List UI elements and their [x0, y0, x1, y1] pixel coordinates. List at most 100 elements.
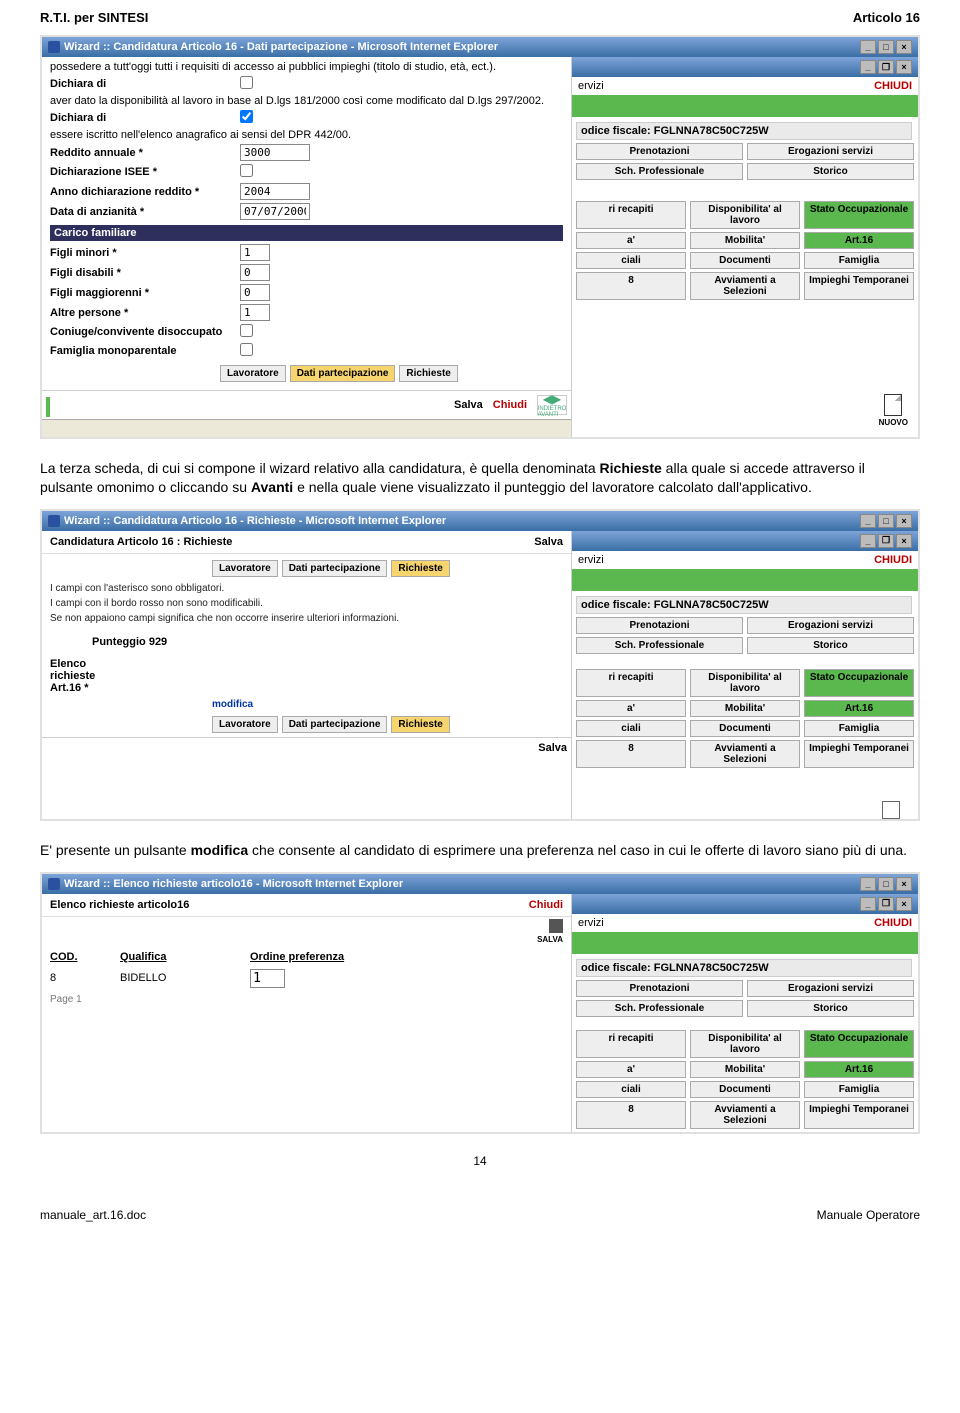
maximize-icon[interactable]: □	[878, 514, 894, 528]
close-icon[interactable]: ×	[896, 514, 912, 528]
chiudi-link[interactable]: CHIUDI	[874, 554, 912, 566]
tab-art16[interactable]: Art.16	[804, 1061, 914, 1078]
tab-richieste[interactable]: Richieste	[399, 365, 457, 382]
input-altre-persone[interactable]	[240, 304, 270, 321]
salva-button[interactable]: Salva	[454, 399, 483, 411]
tab-sch-professionale[interactable]: Sch. Professionale	[576, 163, 743, 180]
tab-mobilita[interactable]: Mobilita'	[690, 232, 800, 249]
input-figli-minori[interactable]	[240, 244, 270, 261]
tab-recapiti[interactable]: ri recapiti	[576, 201, 686, 229]
tab-avviamenti[interactable]: Avviamenti a Selezioni	[690, 740, 800, 768]
tab-impieghi-temporanei[interactable]: Impieghi Temporanei	[804, 272, 914, 300]
tab-richieste[interactable]: Richieste	[391, 560, 449, 577]
tab-famiglia[interactable]: Famiglia	[804, 252, 914, 269]
tab-disponibilita[interactable]: Disponibilita' al lavoro	[690, 201, 800, 229]
tab-8[interactable]: 8	[576, 1101, 686, 1129]
tab-stato-occupazionale[interactable]: Stato Occupazionale	[804, 669, 914, 697]
tab-a[interactable]: a'	[576, 232, 686, 249]
tab-erogazioni[interactable]: Erogazioni servizi	[747, 617, 914, 634]
input-figli-maggiorenni[interactable]	[240, 284, 270, 301]
tab-mobilita[interactable]: Mobilita'	[690, 1061, 800, 1078]
tab-documenti[interactable]: Documenti	[690, 720, 800, 737]
modifica-link[interactable]: modifica	[212, 699, 253, 710]
checkbox-monoparentale[interactable]	[240, 343, 253, 356]
close-icon[interactable]: ×	[896, 40, 912, 54]
tab-avviamenti[interactable]: Avviamenti a Selezioni	[690, 1101, 800, 1129]
tab-ciali[interactable]: ciali	[576, 720, 686, 737]
tab-dati-partecipazione[interactable]: Dati partecipazione	[282, 560, 388, 577]
tab-sch-professionale[interactable]: Sch. Professionale	[576, 637, 743, 654]
tab-impieghi-temporanei[interactable]: Impieghi Temporanei	[804, 740, 914, 768]
tab-sch-professionale[interactable]: Sch. Professionale	[576, 1000, 743, 1017]
restore-icon[interactable]: ❐	[878, 897, 894, 911]
restore-icon[interactable]: ❐	[878, 534, 894, 548]
tab-art16[interactable]: Art.16	[804, 232, 914, 249]
save-icon[interactable]	[549, 919, 563, 933]
tab-disponibilita[interactable]: Disponibilita' al lavoro	[690, 669, 800, 697]
tab-art16[interactable]: Art.16	[804, 700, 914, 717]
checkbox-dichiara-disponibilita[interactable]	[240, 76, 253, 89]
tab-prenotazioni[interactable]: Prenotazioni	[576, 143, 743, 160]
document-icon[interactable]	[882, 801, 900, 819]
salva-button[interactable]: Salva	[538, 742, 567, 754]
tab-dati-partecipazione[interactable]: Dati partecipazione	[290, 365, 396, 382]
tab-8[interactable]: 8	[576, 740, 686, 768]
tab-8[interactable]: 8	[576, 272, 686, 300]
tab-lavoratore[interactable]: Lavoratore	[220, 365, 286, 382]
chiudi-link[interactable]: CHIUDI	[874, 917, 912, 929]
minimize-icon[interactable]: _	[860, 40, 876, 54]
maximize-icon[interactable]: □	[878, 40, 894, 54]
minimize-icon[interactable]: _	[860, 534, 876, 548]
tab-storico[interactable]: Storico	[747, 163, 914, 180]
tab-mobilita[interactable]: Mobilita'	[690, 700, 800, 717]
checkbox-dichiara-iscritto[interactable]	[240, 110, 253, 123]
tab-famiglia[interactable]: Famiglia	[804, 1081, 914, 1098]
chiudi-link[interactable]: CHIUDI	[874, 80, 912, 92]
checkbox-isee[interactable]	[240, 164, 253, 177]
indietro-avanti-nav[interactable]: ◀▶INDIETRO AVANTI	[537, 395, 567, 415]
input-anno[interactable]	[240, 183, 310, 200]
minimize-icon[interactable]: _	[860, 60, 876, 74]
col-ordine[interactable]: Ordine preferenza	[250, 951, 344, 963]
tab-recapiti[interactable]: ri recapiti	[576, 669, 686, 697]
input-ordine-preferenza[interactable]	[250, 969, 285, 988]
tab-disponibilita[interactable]: Disponibilita' al lavoro	[690, 1030, 800, 1058]
close-icon[interactable]: ×	[896, 877, 912, 891]
tab-famiglia[interactable]: Famiglia	[804, 720, 914, 737]
tab-prenotazioni[interactable]: Prenotazioni	[576, 617, 743, 634]
tab-recapiti[interactable]: ri recapiti	[576, 1030, 686, 1058]
minimize-icon[interactable]: _	[860, 877, 876, 891]
close-icon[interactable]: ×	[896, 534, 912, 548]
tab-richieste[interactable]: Richieste	[391, 716, 449, 733]
col-qualifica[interactable]: Qualifica	[120, 951, 230, 963]
tab-impieghi-temporanei[interactable]: Impieghi Temporanei	[804, 1101, 914, 1129]
tab-ciali[interactable]: ciali	[576, 1081, 686, 1098]
minimize-icon[interactable]: _	[860, 514, 876, 528]
tab-erogazioni[interactable]: Erogazioni servizi	[747, 143, 914, 160]
tab-a[interactable]: a'	[576, 700, 686, 717]
chiudi-button[interactable]: Chiudi	[529, 899, 563, 911]
tab-lavoratore[interactable]: Lavoratore	[212, 560, 278, 577]
input-anzianita[interactable]	[240, 203, 310, 220]
tab-documenti[interactable]: Documenti	[690, 1081, 800, 1098]
salva-button[interactable]: Salva	[534, 536, 563, 548]
tab-prenotazioni[interactable]: Prenotazioni	[576, 980, 743, 997]
close-icon[interactable]: ×	[896, 60, 912, 74]
tab-avviamenti[interactable]: Avviamenti a Selezioni	[690, 272, 800, 300]
nuovo-icon[interactable]	[884, 394, 902, 416]
tab-a[interactable]: a'	[576, 1061, 686, 1078]
tab-stato-occupazionale[interactable]: Stato Occupazionale	[804, 201, 914, 229]
close-icon[interactable]: ×	[896, 897, 912, 911]
input-reddito[interactable]	[240, 144, 310, 161]
tab-ciali[interactable]: ciali	[576, 252, 686, 269]
tab-storico[interactable]: Storico	[747, 1000, 914, 1017]
tab-dati-partecipazione[interactable]: Dati partecipazione	[282, 716, 388, 733]
checkbox-coniuge[interactable]	[240, 324, 253, 337]
maximize-icon[interactable]: □	[878, 877, 894, 891]
col-cod[interactable]: COD.	[50, 951, 100, 963]
tab-stato-occupazionale[interactable]: Stato Occupazionale	[804, 1030, 914, 1058]
restore-icon[interactable]: ❐	[878, 60, 894, 74]
tab-documenti[interactable]: Documenti	[690, 252, 800, 269]
input-figli-disabili[interactable]	[240, 264, 270, 281]
minimize-icon[interactable]: _	[860, 897, 876, 911]
